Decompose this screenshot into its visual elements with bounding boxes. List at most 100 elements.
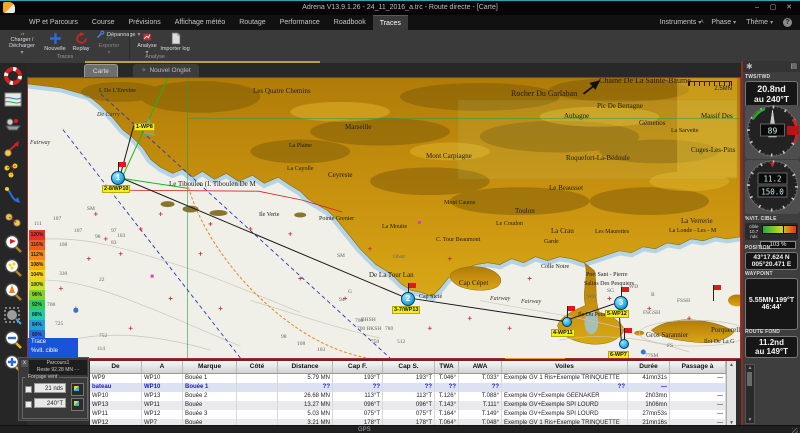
column-header-c-t-[interactable]: Côté xyxy=(237,361,278,373)
table-row[interactable]: WP10WP13Bouée 226.68 MN113°T113°TT.126°T… xyxy=(90,392,736,401)
panel-scrollbar[interactable]: ▲ ▼ xyxy=(745,364,755,424)
load-unload-icon xyxy=(16,32,29,36)
table-row[interactable]: bateauWP10Bouée 1????????????— xyxy=(90,383,736,392)
marker-label: 1-WP8 xyxy=(134,123,155,131)
column-header-marque[interactable]: Marque xyxy=(183,361,237,373)
waypoint-arrow-button[interactable] xyxy=(2,137,24,159)
column-header-distance[interactable]: Distance xyxy=(278,361,333,373)
gear-icon[interactable]: ✱ xyxy=(746,62,753,71)
ribbon-tab-traces[interactable]: Traces xyxy=(373,15,408,30)
menu-phase[interactable]: Phase xyxy=(706,15,741,30)
minimize-button[interactable]: – xyxy=(750,3,764,13)
compass-gauge[interactable]: 11.2 150.0 xyxy=(745,160,800,214)
flag-icon xyxy=(714,285,721,290)
waypoints-button[interactable] xyxy=(2,161,24,183)
table-cell: ?? xyxy=(435,383,459,392)
ribbon-tab-roadbook[interactable]: Roadbook xyxy=(327,15,373,30)
table-cell: WP10 xyxy=(142,383,183,392)
ribbon-tab-course[interactable]: Course xyxy=(85,15,122,30)
table-row[interactable]: WP11WP12Bouée 35.03 MN075°T075°TT.164°T.… xyxy=(90,410,736,419)
zoom-waypoints-button[interactable] xyxy=(2,257,24,279)
charger-decharger-button[interactable]: Charger / Décharger xyxy=(4,32,40,56)
column-header-dur-e[interactable]: Durée xyxy=(628,361,670,373)
wind-dir-picker-button[interactable] xyxy=(71,398,84,411)
table-cell: Bouée xyxy=(183,401,237,410)
close-icon[interactable]: x xyxy=(21,360,28,367)
position-display[interactable]: 43°17.624 N 005°20.471 E xyxy=(745,252,798,270)
column-header-voiles[interactable]: Voiles xyxy=(502,361,628,373)
column-header-cap-s-[interactable]: Cap S. xyxy=(383,361,435,373)
chevron-down-icon xyxy=(698,15,701,30)
tab-nouvel-onglet[interactable]: ✧Nouvel Onglet xyxy=(133,64,199,77)
wind-speed-picker-button[interactable] xyxy=(71,383,84,396)
menu-th-me[interactable]: Thème xyxy=(741,15,778,30)
marker-ball: 3 xyxy=(614,296,628,310)
route-arrow-button[interactable] xyxy=(2,185,24,207)
column-header-passage-[interactable]: Passage à xyxy=(670,361,726,373)
column-header-a[interactable]: A xyxy=(142,361,183,373)
column-header-de[interactable]: De xyxy=(90,361,142,373)
vit-cible-display[interactable]: cible 10.7 nds xyxy=(745,223,798,240)
analyse-button[interactable]: Analyse xyxy=(134,32,160,56)
wind-speed-checkbox[interactable] xyxy=(25,386,32,393)
table-cell: 26.68 MN xyxy=(278,392,333,401)
zoom-marquee-button[interactable] xyxy=(2,305,24,327)
chevron-down-icon xyxy=(107,49,110,56)
chart-viewport[interactable]: Chaîne De L'EstaqueLes Quatre CheminsRoc… xyxy=(27,77,741,359)
waypoint-display[interactable]: 5.55MN 199°T 46:44' xyxy=(745,278,798,330)
importer-log-button[interactable]: Importer log xyxy=(160,32,190,56)
replay-icon xyxy=(75,32,88,45)
wind-dir-field[interactable]: 240°T xyxy=(34,398,66,408)
legend-band: 96% xyxy=(29,290,45,300)
marker-label: 5-WP12 xyxy=(605,310,629,318)
maximize-button[interactable]: ▢ xyxy=(766,3,780,13)
ribbon-tab-pr-visions[interactable]: Prévisions xyxy=(121,15,167,30)
table-cell: 113°T xyxy=(333,392,383,401)
table-row[interactable]: WP13WP11Bouée13.27 MN096°T096°TT.143°T.1… xyxy=(90,401,736,410)
table-scrollbar[interactable]: ▲ ▼ xyxy=(726,361,736,427)
route-fond-display[interactable]: 11.2nd au 149°T xyxy=(745,336,798,358)
panel-menu-icon[interactable]: ▤ xyxy=(790,62,797,70)
table-row[interactable]: WP9WP10Bouée 15.79 MN193°T193°TT.046°T.0… xyxy=(90,374,736,383)
ribbon-tab-performance[interactable]: Performance xyxy=(273,15,327,30)
table-body: WP9WP10Bouée 15.79 MN193°T193°TT.046°T.0… xyxy=(90,374,736,428)
analyse-icon xyxy=(141,32,154,42)
chart-button[interactable] xyxy=(2,89,24,111)
table-cell: WP11 xyxy=(142,401,183,410)
wind-dir-checkbox[interactable] xyxy=(25,401,32,408)
menu-instruments[interactable]: Instruments xyxy=(655,15,707,30)
wind-angle-gauge[interactable]: 89 xyxy=(745,105,800,159)
column-header-cap-f-[interactable]: Cap F. xyxy=(333,361,383,373)
menu-label: Thème xyxy=(746,15,768,30)
flag-icon xyxy=(622,287,629,292)
boat-engine-button[interactable] xyxy=(2,113,24,135)
ribbon-tabs: WP et ParcoursCoursePrévisionsAffichage … xyxy=(22,15,408,30)
waypoint-pair-button[interactable] xyxy=(2,209,24,231)
zoom-cone-button[interactable] xyxy=(2,281,24,303)
close-button[interactable]: ✕ xyxy=(782,3,796,13)
table-cell: 5.79 MN xyxy=(278,374,333,383)
ribbon-tab-routage[interactable]: Routage xyxy=(232,15,272,30)
column-header-twa[interactable]: TWA xyxy=(435,361,459,373)
flag-icon xyxy=(568,306,575,311)
tws-twd-display[interactable]: 20.8nd au 240°T xyxy=(745,81,798,107)
table-cell xyxy=(237,383,278,392)
tab-carte[interactable]: Carte xyxy=(84,64,118,78)
help-icon[interactable]: ? xyxy=(783,18,792,27)
zoom-out-button[interactable] xyxy=(2,329,24,351)
column-header-awa[interactable]: AWA xyxy=(459,361,502,373)
wind-speed-field[interactable]: 21 nds xyxy=(34,383,66,393)
resize-grip[interactable] xyxy=(792,428,798,433)
menu-label: Instruments xyxy=(660,15,697,30)
zoom-flag-button[interactable] xyxy=(2,233,24,255)
scroll-up-icon[interactable]: ▲ xyxy=(727,362,736,368)
legend-band: 92% xyxy=(29,300,45,310)
ribbon-tab-wp-et-parcours[interactable]: WP et Parcours xyxy=(22,15,85,30)
lifebuoy-button[interactable] xyxy=(2,65,24,87)
parcours-header[interactable]: Parcours1 Reste 92.28 MN - - xyxy=(29,360,87,375)
table-cell: WP13 xyxy=(90,401,142,410)
ribbon-tab-affichage-m-t-o[interactable]: Affichage météo xyxy=(168,15,232,30)
replay-button[interactable]: Replay xyxy=(68,32,94,56)
table-cell: ?? xyxy=(383,383,435,392)
nouvelle-button[interactable]: Nouvelle xyxy=(42,32,68,56)
